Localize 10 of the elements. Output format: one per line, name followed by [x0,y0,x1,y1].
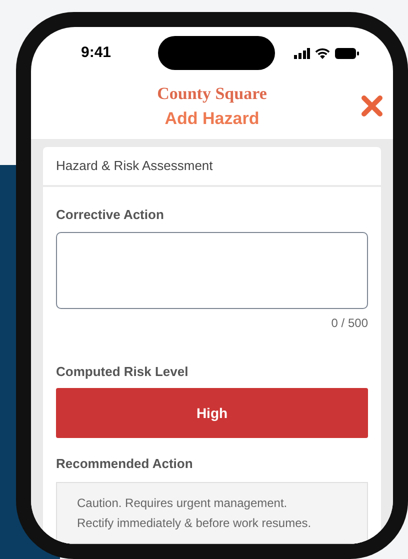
section-title: Hazard & Risk Assessment [56,157,213,176]
recommended-action-text: Caution. Requires urgent management. Rectify immediately & before work resumes. [77,494,312,532]
risk-level-badge: High [56,388,368,438]
character-counter: 0 / 500 [331,314,368,332]
location-title: County Square [157,82,267,104]
field-label: Corrective Action [56,206,165,224]
status-time: 9:41 [81,42,112,63]
screen-title: Add Hazard [164,108,260,130]
field-label: Computed Risk Level [56,362,190,381]
field-label: Recommended Action [56,455,194,473]
